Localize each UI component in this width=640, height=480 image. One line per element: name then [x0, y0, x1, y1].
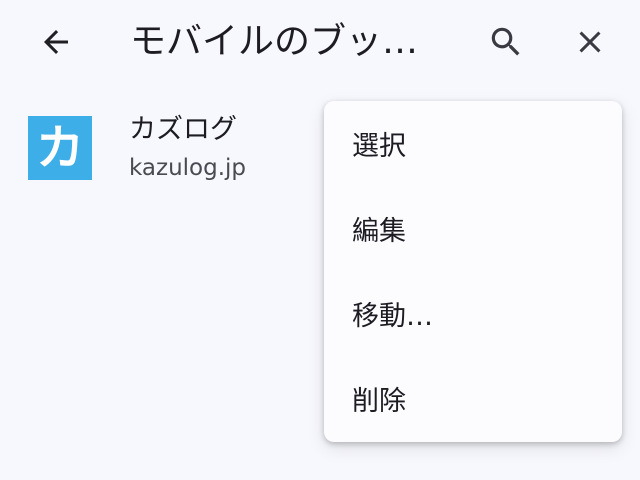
bookmark-url: kazulog.jp [129, 155, 247, 181]
search-button[interactable] [482, 20, 530, 64]
menu-item-edit[interactable]: 編集 [324, 190, 622, 274]
menu-item-label: 移動… [352, 301, 433, 332]
back-button[interactable] [30, 22, 82, 62]
menu-item-move[interactable]: 移動… [324, 275, 622, 359]
close-button[interactable] [566, 20, 614, 64]
close-icon [579, 31, 601, 53]
context-menu: 選択 編集 移動… 削除 [324, 101, 622, 442]
favicon-letter: カ [35, 120, 84, 176]
arrow-back-icon [44, 30, 68, 54]
search-icon [491, 27, 520, 56]
bookmarks-screen: モバイルのブックマーク カ カズログ kazulog.jp 選択 編集 移動… [0, 0, 640, 480]
page-title: モバイルのブックマーク [130, 21, 442, 62]
bookmark-item[interactable]: カ カズログ kazulog.jp [0, 96, 320, 192]
menu-item-delete[interactable]: 削除 [324, 360, 622, 442]
menu-item-label: 編集 [352, 216, 406, 247]
bookmark-title: カズログ [129, 114, 237, 145]
menu-item-label: 削除 [352, 386, 406, 417]
menu-item-label: 選択 [352, 131, 406, 162]
menu-item-select[interactable]: 選択 [324, 105, 622, 189]
toolbar: モバイルのブックマーク [0, 0, 640, 84]
favicon: カ [28, 116, 92, 180]
